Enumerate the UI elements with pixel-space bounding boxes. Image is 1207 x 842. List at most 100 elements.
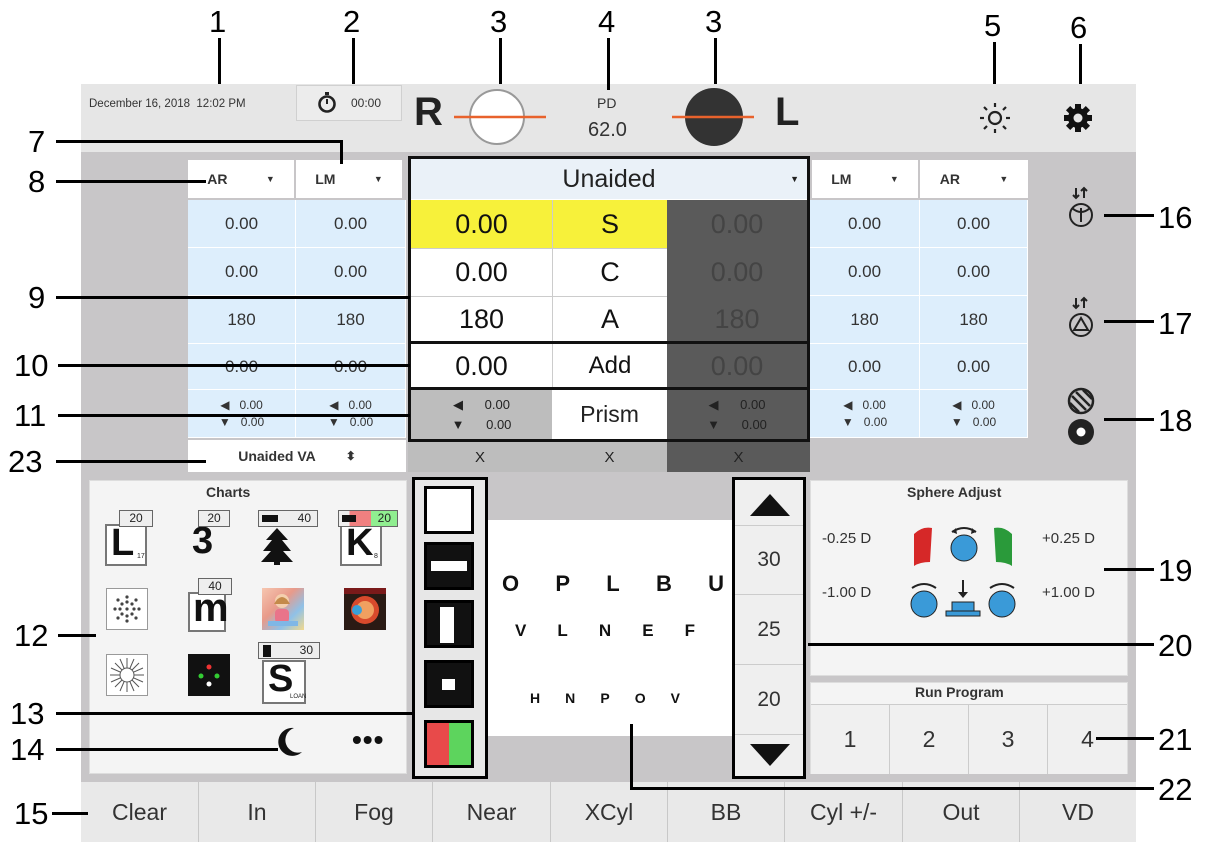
left-lm-header-label: LM	[315, 171, 336, 187]
chevron-down-icon: ▼	[889, 174, 899, 184]
chart-number-3[interactable]: 3	[188, 520, 230, 566]
right-prism[interactable]: ◀ 0.00 ▼ 0.00	[411, 390, 552, 439]
left-ar-header[interactable]: AR ▼	[188, 160, 294, 198]
clear-button[interactable]: Clear	[81, 782, 199, 842]
chart-kids-image[interactable]	[262, 588, 304, 630]
size-30-button[interactable]: 30	[735, 525, 803, 595]
chart-tag: 40	[258, 510, 318, 527]
program-3-button[interactable]: 3	[969, 704, 1048, 774]
left-lens-icon[interactable]	[672, 84, 772, 148]
chart-sunburst[interactable]	[106, 654, 148, 696]
right-lm-header[interactable]: LM ▼	[812, 160, 918, 198]
occluder-icon[interactable]	[1064, 384, 1098, 452]
right-axis[interactable]: 180	[411, 296, 552, 342]
callout-10: 10	[14, 348, 49, 383]
chart-dots[interactable]	[106, 588, 148, 630]
leader-line	[1096, 737, 1154, 740]
right-sphere[interactable]: 0.00	[411, 200, 552, 248]
chart-tag: 30	[258, 642, 320, 659]
size-down-arrow-icon[interactable]	[748, 742, 792, 768]
moon-icon[interactable]	[276, 726, 304, 758]
plus-100-label: +1.00 D	[1042, 584, 1095, 601]
va-selector[interactable]: Unaided VA ⬍	[188, 440, 406, 472]
left-sphere[interactable]: 0.00	[667, 200, 807, 248]
tag-bar-icon	[342, 515, 356, 522]
prism-h-value: 0.00	[862, 397, 886, 412]
mask-line-button[interactable]	[424, 542, 474, 590]
chart-letter-S[interactable]: S LOAN	[262, 658, 306, 704]
prism-v-value: 0.00	[972, 414, 997, 429]
prism-v: ▼ 0.00	[841, 414, 888, 429]
mask-single-button[interactable]	[424, 660, 474, 708]
size-25-button[interactable]: 25	[735, 595, 803, 665]
chart-letter-L[interactable]: L 17	[105, 522, 147, 566]
chart-letter: O	[502, 571, 520, 596]
chart-letter-m[interactable]: m	[188, 586, 229, 632]
size-up-arrow-icon[interactable]	[748, 492, 792, 518]
right-ar-prism: ◀ 0.00 ▼ 0.00	[920, 390, 1028, 438]
left-lm-axis: 180	[296, 296, 406, 344]
brightness-icon[interactable]	[977, 100, 1013, 136]
minus-025-button[interactable]	[908, 520, 1018, 566]
xcyl-button[interactable]: XCyl	[551, 782, 668, 842]
left-prism[interactable]: ◀ 0.00 ▼ 0.00	[667, 390, 807, 439]
prism-h-value: 0.00	[348, 397, 372, 412]
right-add[interactable]: 0.00	[411, 344, 552, 388]
callout-1: 1	[209, 4, 227, 39]
chart-letter-K-glyph: K	[346, 522, 374, 564]
prism-h: ◀ 0.00	[843, 397, 886, 412]
swap-lens-up-icon[interactable]	[1062, 186, 1102, 228]
axis-label[interactable]: A	[552, 296, 667, 342]
right-ar-header[interactable]: AR ▼	[920, 160, 1028, 198]
size-20-button[interactable]: 20	[735, 665, 803, 735]
right-cyl[interactable]: 0.00	[411, 248, 552, 296]
left-axis[interactable]: 180	[667, 296, 807, 342]
plus-025-label: +0.25 D	[1042, 530, 1095, 547]
chart-eye-image[interactable]	[344, 588, 386, 630]
program-2-button[interactable]: 2	[890, 704, 969, 774]
chart-letter-L-glyph: L	[111, 522, 135, 564]
leader-line	[630, 724, 633, 790]
out-button[interactable]: Out	[903, 782, 1020, 842]
prism-v: ▼ 0.00	[950, 414, 997, 429]
left-lm-header[interactable]: LM ▼	[296, 160, 402, 198]
va-left: X	[667, 442, 810, 472]
fog-button[interactable]: Fog	[316, 782, 433, 842]
pd-value[interactable]: 62.0	[588, 119, 627, 142]
prism-v-value: 0.00	[486, 416, 512, 432]
right-lens-icon[interactable]	[438, 84, 546, 148]
chart-tag-label: 30	[299, 643, 313, 657]
prism-h: ◀ 0.00	[453, 396, 510, 412]
program-1-button[interactable]: 1	[811, 704, 890, 774]
in-button[interactable]: In	[199, 782, 316, 842]
mode-selector[interactable]: Unaided ▼	[411, 159, 807, 199]
leader-line	[630, 787, 1154, 790]
tag-bar-icon	[262, 515, 278, 522]
chart-letter-K[interactable]: K8	[340, 522, 382, 566]
sphere-big-step-buttons[interactable]	[908, 574, 1018, 622]
bb-button[interactable]: BB	[668, 782, 785, 842]
chart-letter: P	[600, 690, 610, 706]
sphere-label[interactable]: S	[552, 200, 667, 248]
near-button[interactable]: Near	[433, 782, 551, 842]
callout-3a: 3	[490, 4, 508, 39]
swap-prism-icon[interactable]	[1062, 296, 1102, 338]
vd-button[interactable]: VD	[1020, 782, 1136, 842]
mask-full-button[interactable]	[424, 486, 474, 534]
gear-icon[interactable]	[1063, 103, 1093, 133]
chart-worth-4-dot[interactable]	[188, 654, 230, 696]
timer-button[interactable]: 00:00	[296, 85, 402, 121]
chart-tag: 20	[119, 510, 153, 527]
eye-chart-row-2: VLNEF	[515, 621, 695, 641]
callout-18: 18	[1158, 403, 1193, 438]
left-cyl[interactable]: 0.00	[667, 248, 807, 296]
add-label[interactable]: Add	[552, 344, 667, 388]
mask-red-green-button[interactable]	[424, 720, 474, 768]
more-icon[interactable]: •••	[352, 724, 384, 756]
mask-column-button[interactable]	[424, 600, 474, 648]
prism-label[interactable]: Prism	[552, 390, 667, 439]
chart-tree-icon[interactable]	[258, 526, 300, 568]
cyl-toggle-button[interactable]: Cyl +/-	[785, 782, 903, 842]
cyl-label[interactable]: C	[552, 248, 667, 296]
left-add[interactable]: 0.00	[667, 344, 807, 388]
